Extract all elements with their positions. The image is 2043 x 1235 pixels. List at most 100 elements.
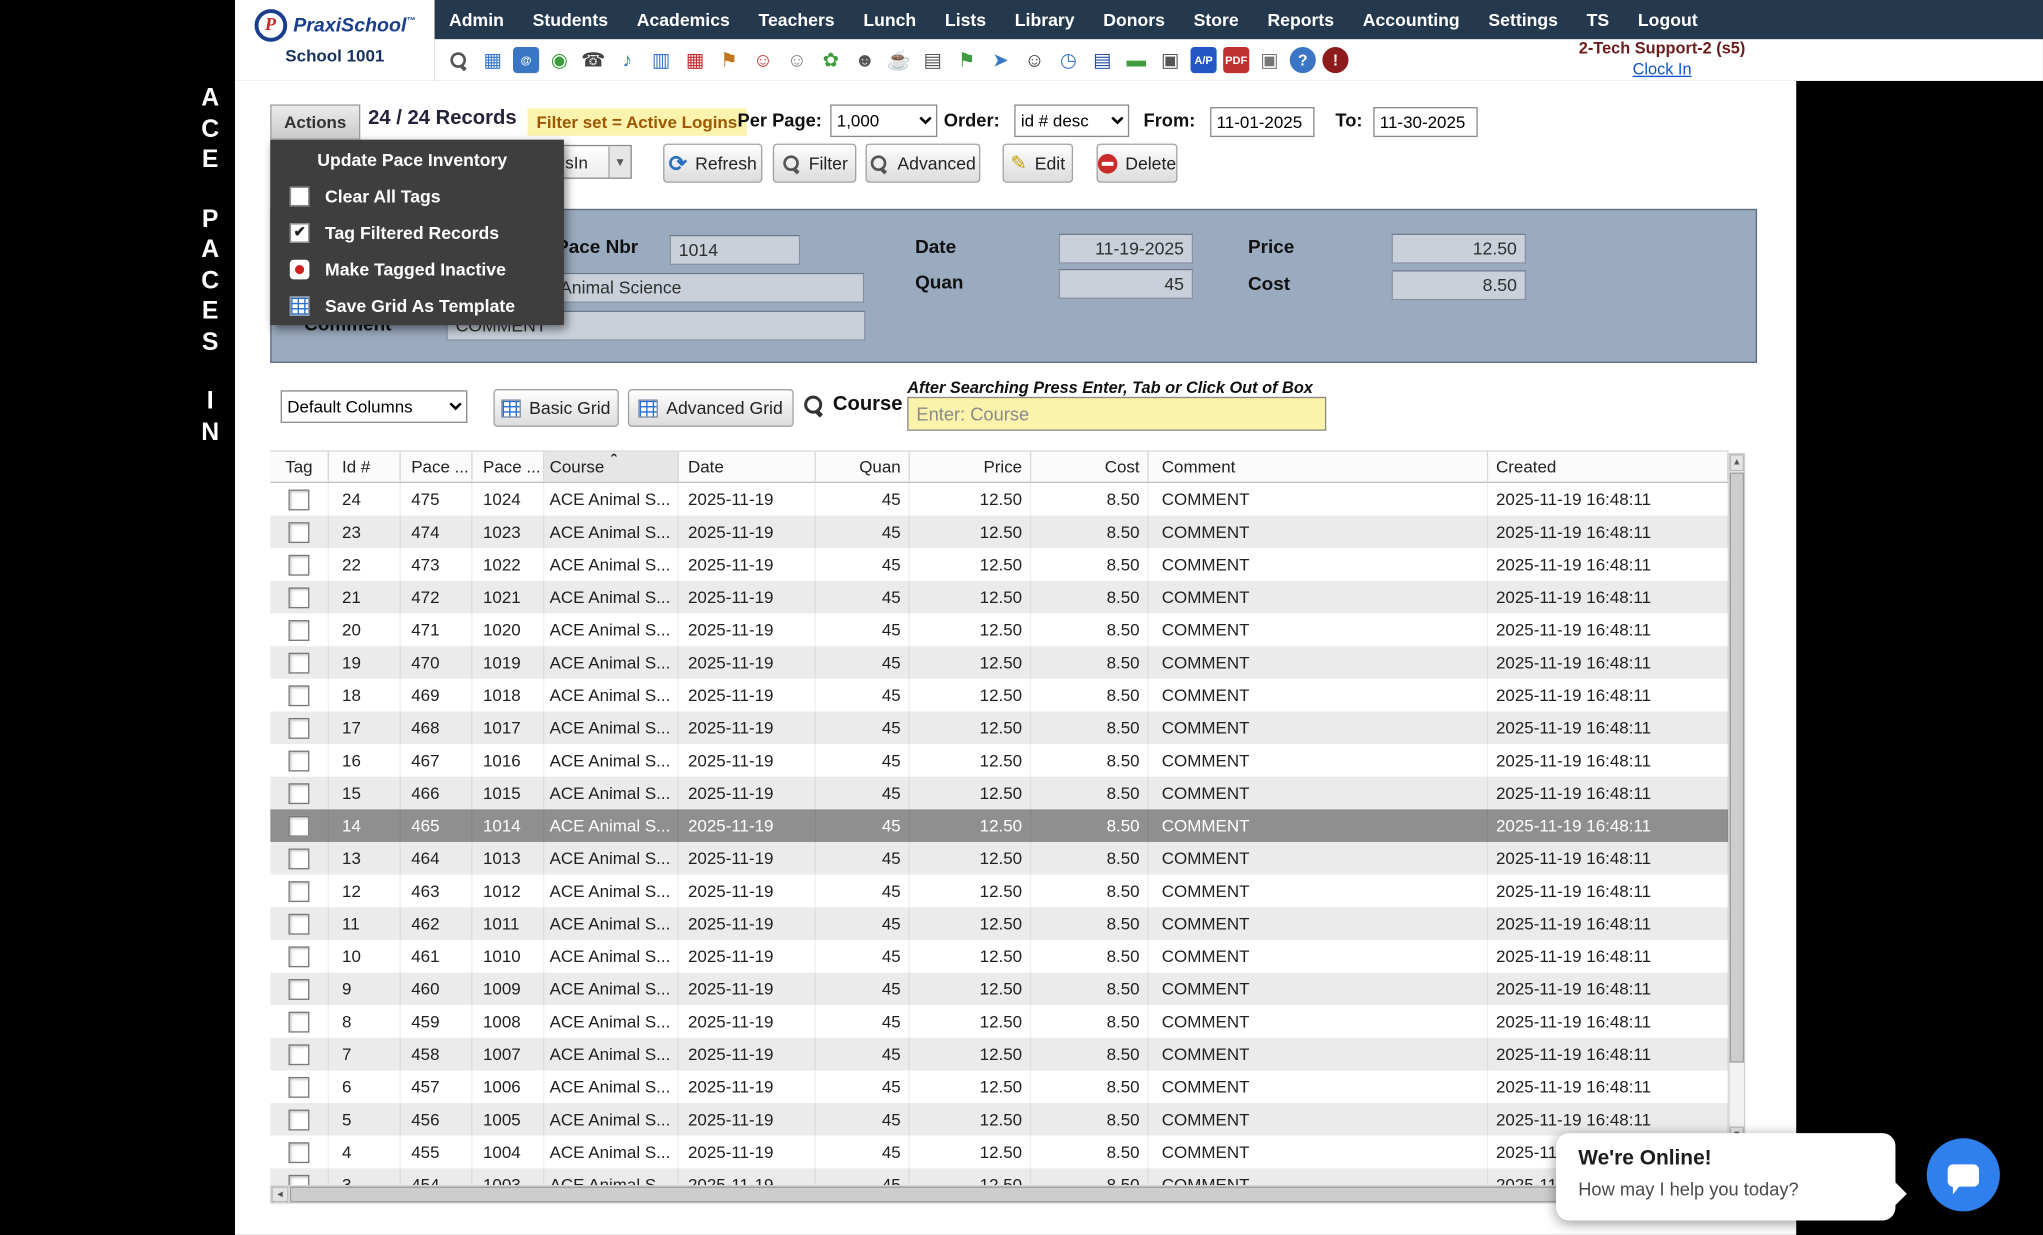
- lunch-icon[interactable]: ☕: [885, 46, 912, 73]
- hscrollbar-thumb[interactable]: [290, 1187, 1648, 1203]
- col-header-course[interactable]: Courseˆ: [544, 452, 678, 482]
- menu-item-update-pace-inventory[interactable]: Update Pace Inventory: [270, 141, 564, 178]
- col-header-quan[interactable]: Quan: [816, 452, 910, 482]
- table-row[interactable]: 124631012ACE Animal S...2025-11-194512.5…: [270, 875, 1728, 908]
- col-header-cost[interactable]: Cost: [1031, 452, 1148, 482]
- printer2-icon[interactable]: ▣: [1256, 46, 1283, 73]
- row-checkbox[interactable]: [288, 1142, 309, 1163]
- vertical-scrollbar[interactable]: ▲ ▼: [1728, 453, 1745, 1145]
- leaf-icon[interactable]: ✿: [817, 46, 844, 73]
- row-checkbox[interactable]: [288, 554, 309, 575]
- nav-item-settings[interactable]: Settings: [1474, 0, 1572, 39]
- student-gray-icon[interactable]: ☺: [783, 46, 810, 73]
- nav-item-lunch[interactable]: Lunch: [849, 0, 931, 39]
- table-row[interactable]: 64571006ACE Animal S...2025-11-194512.50…: [270, 1070, 1728, 1103]
- row-checkbox[interactable]: [288, 750, 309, 771]
- book-icon[interactable]: ▤: [1089, 46, 1116, 73]
- row-checkbox[interactable]: [288, 1174, 309, 1185]
- table-row[interactable]: 214721021ACE Animal S...2025-11-194512.5…: [270, 581, 1728, 614]
- menu-item-tag-filtered-records[interactable]: ✔Tag Filtered Records: [270, 214, 564, 251]
- row-checkbox[interactable]: [288, 489, 309, 510]
- table-row[interactable]: 154661015ACE Animal S...2025-11-194512.5…: [270, 777, 1728, 810]
- actions-button[interactable]: Actions: [270, 104, 360, 139]
- table-row[interactable]: 34541003ACE Animal S...2025-11-194512.50…: [270, 1168, 1728, 1185]
- scroll-left-icon[interactable]: ◄: [272, 1187, 289, 1203]
- phone-icon[interactable]: ☎: [580, 46, 607, 73]
- filter-button[interactable]: Filter: [773, 144, 857, 183]
- table-row[interactable]: 164671016ACE Animal S...2025-11-194512.5…: [270, 744, 1728, 777]
- basic-grid-button[interactable]: Basic Grid: [493, 389, 618, 427]
- scrollbar-thumb[interactable]: [1730, 473, 1744, 1063]
- calendar-red-icon[interactable]: ▦: [681, 46, 708, 73]
- row-checkbox[interactable]: [288, 880, 309, 901]
- table-row[interactable]: 114621011ACE Animal S...2025-11-194512.5…: [270, 907, 1728, 940]
- to-date-input[interactable]: [1373, 107, 1477, 137]
- table-row[interactable]: 144651014ACE Animal S...2025-11-194512.5…: [270, 809, 1728, 842]
- nav-item-library[interactable]: Library: [1000, 0, 1088, 39]
- table-row[interactable]: 174681017ACE Animal S...2025-11-194512.5…: [270, 711, 1728, 744]
- row-checkbox[interactable]: [288, 685, 309, 706]
- row-checkbox[interactable]: [288, 1076, 309, 1097]
- per-page-select[interactable]: 1,000: [830, 104, 937, 137]
- eye-icon[interactable]: ◉: [546, 46, 573, 73]
- nav-item-reports[interactable]: Reports: [1253, 0, 1348, 39]
- help-icon[interactable]: ?: [1290, 47, 1316, 73]
- person-icon[interactable]: ☺: [1021, 46, 1048, 73]
- row-checkbox[interactable]: [288, 717, 309, 738]
- audio-icon[interactable]: ♪: [614, 46, 641, 73]
- delete-button[interactable]: Delete: [1097, 144, 1178, 183]
- row-checkbox[interactable]: [288, 652, 309, 673]
- row-checkbox[interactable]: [288, 978, 309, 999]
- clock-icon[interactable]: ◷: [1055, 46, 1082, 73]
- nav-item-accounting[interactable]: Accounting: [1348, 0, 1474, 39]
- ap-icon[interactable]: A/P: [1191, 47, 1217, 73]
- col-header-pace-[interactable]: Pace ...: [473, 452, 545, 482]
- nav-item-academics[interactable]: Academics: [622, 0, 744, 39]
- nav-item-donors[interactable]: Donors: [1089, 0, 1179, 39]
- nav-item-students[interactable]: Students: [518, 0, 622, 39]
- nav-item-logout[interactable]: Logout: [1624, 0, 1712, 39]
- row-checkbox[interactable]: [288, 815, 309, 836]
- order-select[interactable]: id # desc: [1014, 104, 1129, 137]
- scroll-up-icon[interactable]: ▲: [1730, 454, 1744, 471]
- row-checkbox[interactable]: [288, 1011, 309, 1032]
- row-checkbox[interactable]: [288, 522, 309, 543]
- advanced-button[interactable]: Advanced: [865, 144, 980, 183]
- course-search-input[interactable]: [907, 397, 1326, 431]
- date-field[interactable]: 11-19-2025: [1059, 234, 1193, 264]
- columns-select[interactable]: Default Columns: [281, 390, 468, 423]
- cost-field[interactable]: 8.50: [1392, 270, 1526, 300]
- col-header-id-#[interactable]: Id #: [329, 452, 401, 482]
- row-checkbox[interactable]: [288, 913, 309, 934]
- printer-icon[interactable]: ▣: [1157, 46, 1184, 73]
- clock-in-link[interactable]: Clock In: [1633, 60, 1692, 78]
- table-row[interactable]: 94601009ACE Animal S...2025-11-194512.50…: [270, 973, 1728, 1006]
- horizontal-scrollbar[interactable]: ◄ ►: [270, 1185, 1745, 1203]
- table-row[interactable]: 234741023ACE Animal S...2025-11-194512.5…: [270, 516, 1728, 549]
- megaphone-icon[interactable]: ⚑: [715, 46, 742, 73]
- table-row[interactable]: 204711020ACE Animal S...2025-11-194512.5…: [270, 614, 1728, 647]
- from-date-input[interactable]: [1210, 107, 1314, 137]
- quan-field[interactable]: 45: [1059, 269, 1193, 299]
- advanced-grid-button[interactable]: Advanced Grid: [628, 389, 794, 427]
- row-checkbox[interactable]: [288, 587, 309, 608]
- pdf-icon[interactable]: PDF: [1223, 47, 1249, 73]
- row-checkbox[interactable]: [288, 1109, 309, 1130]
- col-header-created[interactable]: Created: [1488, 452, 1728, 482]
- row-checkbox[interactable]: [288, 783, 309, 804]
- search-icon[interactable]: [445, 46, 472, 73]
- student-red-icon[interactable]: ☺: [749, 46, 776, 73]
- table-row[interactable]: 104611010ACE Animal S...2025-11-194512.5…: [270, 940, 1728, 973]
- row-checkbox[interactable]: [288, 946, 309, 967]
- menu-item-save-grid-as-template[interactable]: Save Grid As Template: [270, 287, 564, 324]
- clipboard-icon[interactable]: ▤: [919, 46, 946, 73]
- price-field[interactable]: 12.50: [1392, 234, 1526, 264]
- nav-item-ts[interactable]: TS: [1572, 0, 1623, 39]
- table-row[interactable]: 194701019ACE Animal S...2025-11-194512.5…: [270, 646, 1728, 679]
- row-checkbox[interactable]: [288, 1044, 309, 1065]
- send-icon[interactable]: ➤: [987, 46, 1014, 73]
- edit-button[interactable]: ✎Edit: [1003, 144, 1073, 183]
- table-row[interactable]: 84591008ACE Animal S...2025-11-194512.50…: [270, 1005, 1728, 1038]
- people-icon[interactable]: ☻: [851, 46, 878, 73]
- refresh-button[interactable]: ⟳Refresh: [663, 144, 762, 183]
